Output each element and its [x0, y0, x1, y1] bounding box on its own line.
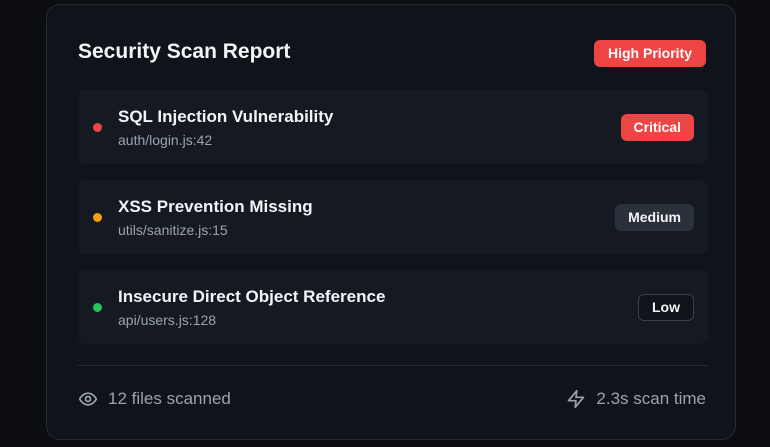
severity-dot [93, 123, 102, 132]
severity-dot [93, 303, 102, 312]
severity-dot [93, 213, 102, 222]
lightning-icon [566, 389, 586, 409]
severity-badge: Critical [620, 114, 694, 141]
security-report-card: Security Scan Report High Priority SQL I… [46, 4, 736, 440]
issue-item[interactable]: SQL Injection Vulnerability auth/login.j… [78, 90, 708, 164]
files-scanned-stat: 12 files scanned [78, 388, 231, 410]
files-scanned-label: 12 files scanned [108, 389, 231, 408]
scan-time-stat: 2.3s scan time [566, 388, 706, 410]
severity-badge: Medium [615, 204, 694, 231]
issue-item[interactable]: Insecure Direct Object Reference api/use… [78, 270, 708, 344]
issue-location: auth/login.js:42 [118, 132, 213, 148]
issue-name: Insecure Direct Object Reference [118, 287, 386, 306]
issue-name: SQL Injection Vulnerability [118, 107, 334, 126]
issue-item[interactable]: XSS Prevention Missing utils/sanitize.js… [78, 180, 708, 254]
issue-name: XSS Prevention Missing [118, 197, 313, 216]
eye-icon [78, 389, 98, 409]
severity-badge: Low [638, 294, 694, 321]
priority-badge: High Priority [593, 40, 706, 67]
scan-time-label: 2.3s scan time [596, 389, 706, 408]
issue-location: utils/sanitize.js:15 [118, 222, 228, 238]
report-title: Security Scan Report [78, 40, 291, 63]
footer-divider [78, 365, 708, 366]
issue-location: api/users.js:128 [118, 312, 217, 328]
